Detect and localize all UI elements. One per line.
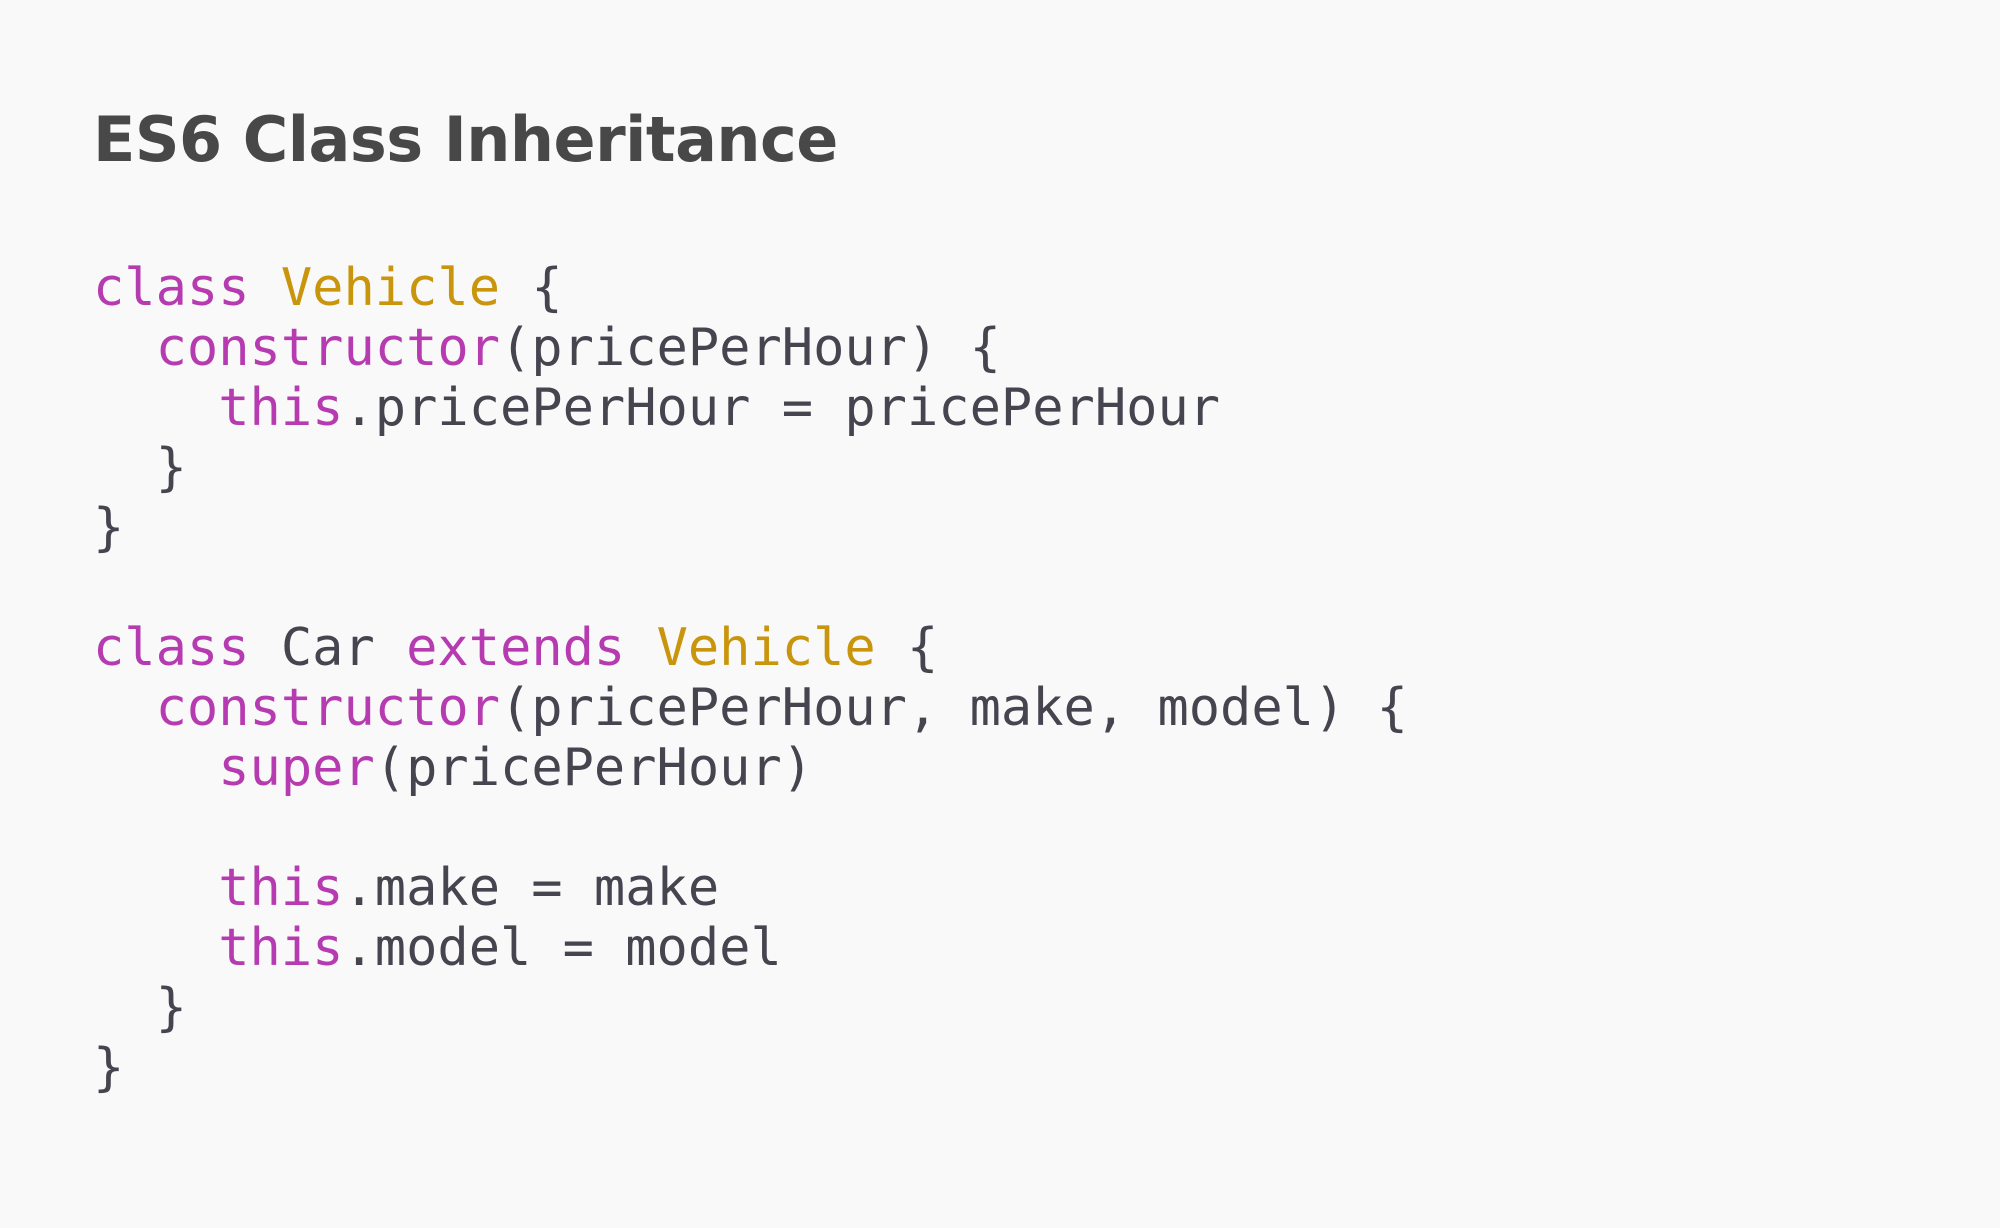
code-keyword: class (93, 258, 250, 318)
code-line: class Vehicle { (93, 258, 1408, 318)
code-text: Car (249, 618, 407, 678)
code-class-name: Vehicle (656, 618, 876, 678)
code-keyword: this (218, 918, 344, 978)
slide: ES6 Class Inheritance class Vehicle { co… (0, 0, 2000, 1228)
code-keyword: this (218, 378, 344, 438)
code-line: this.model = model (93, 918, 1408, 978)
code-block: class Vehicle { constructor(pricePerHour… (93, 258, 1408, 1098)
code-line: } (93, 438, 1408, 498)
code-text: (pricePerHour) { (500, 318, 1001, 378)
code-text: } (93, 498, 125, 558)
code-line: } (93, 1038, 1408, 1098)
code-text: } (93, 438, 187, 498)
code-line: class Car extends Vehicle { (93, 618, 1408, 678)
code-line: } (93, 498, 1408, 558)
code-keyword: super (218, 738, 375, 798)
slide-title: ES6 Class Inheritance (93, 103, 838, 176)
code-text: } (93, 978, 187, 1038)
code-line: constructor(pricePerHour) { (93, 318, 1408, 378)
code-keyword: extends (406, 618, 626, 678)
code-class-name: Vehicle (280, 258, 501, 318)
code-line: } (93, 978, 1408, 1038)
code-line: super(pricePerHour) (93, 738, 1408, 798)
code-line: constructor(pricePerHour, make, model) { (93, 678, 1408, 738)
code-text: { (500, 258, 563, 318)
code-text: { (875, 618, 939, 678)
code-keyword: constructor (155, 678, 500, 738)
code-line: this.make = make (93, 858, 1408, 918)
code-keyword: class (93, 618, 250, 678)
code-text: .pricePerHour = pricePerHour (343, 378, 1221, 438)
code-keyword: this (218, 858, 344, 918)
code-text: (pricePerHour, make, model) { (500, 678, 1408, 738)
code-keyword: constructor (155, 318, 500, 378)
code-text: .model = model (343, 918, 782, 978)
code-text: (pricePerHour) (374, 738, 814, 798)
code-text: } (93, 1038, 125, 1098)
code-text: .make = make (343, 858, 720, 918)
code-line: this.pricePerHour = pricePerHour (93, 378, 1408, 438)
